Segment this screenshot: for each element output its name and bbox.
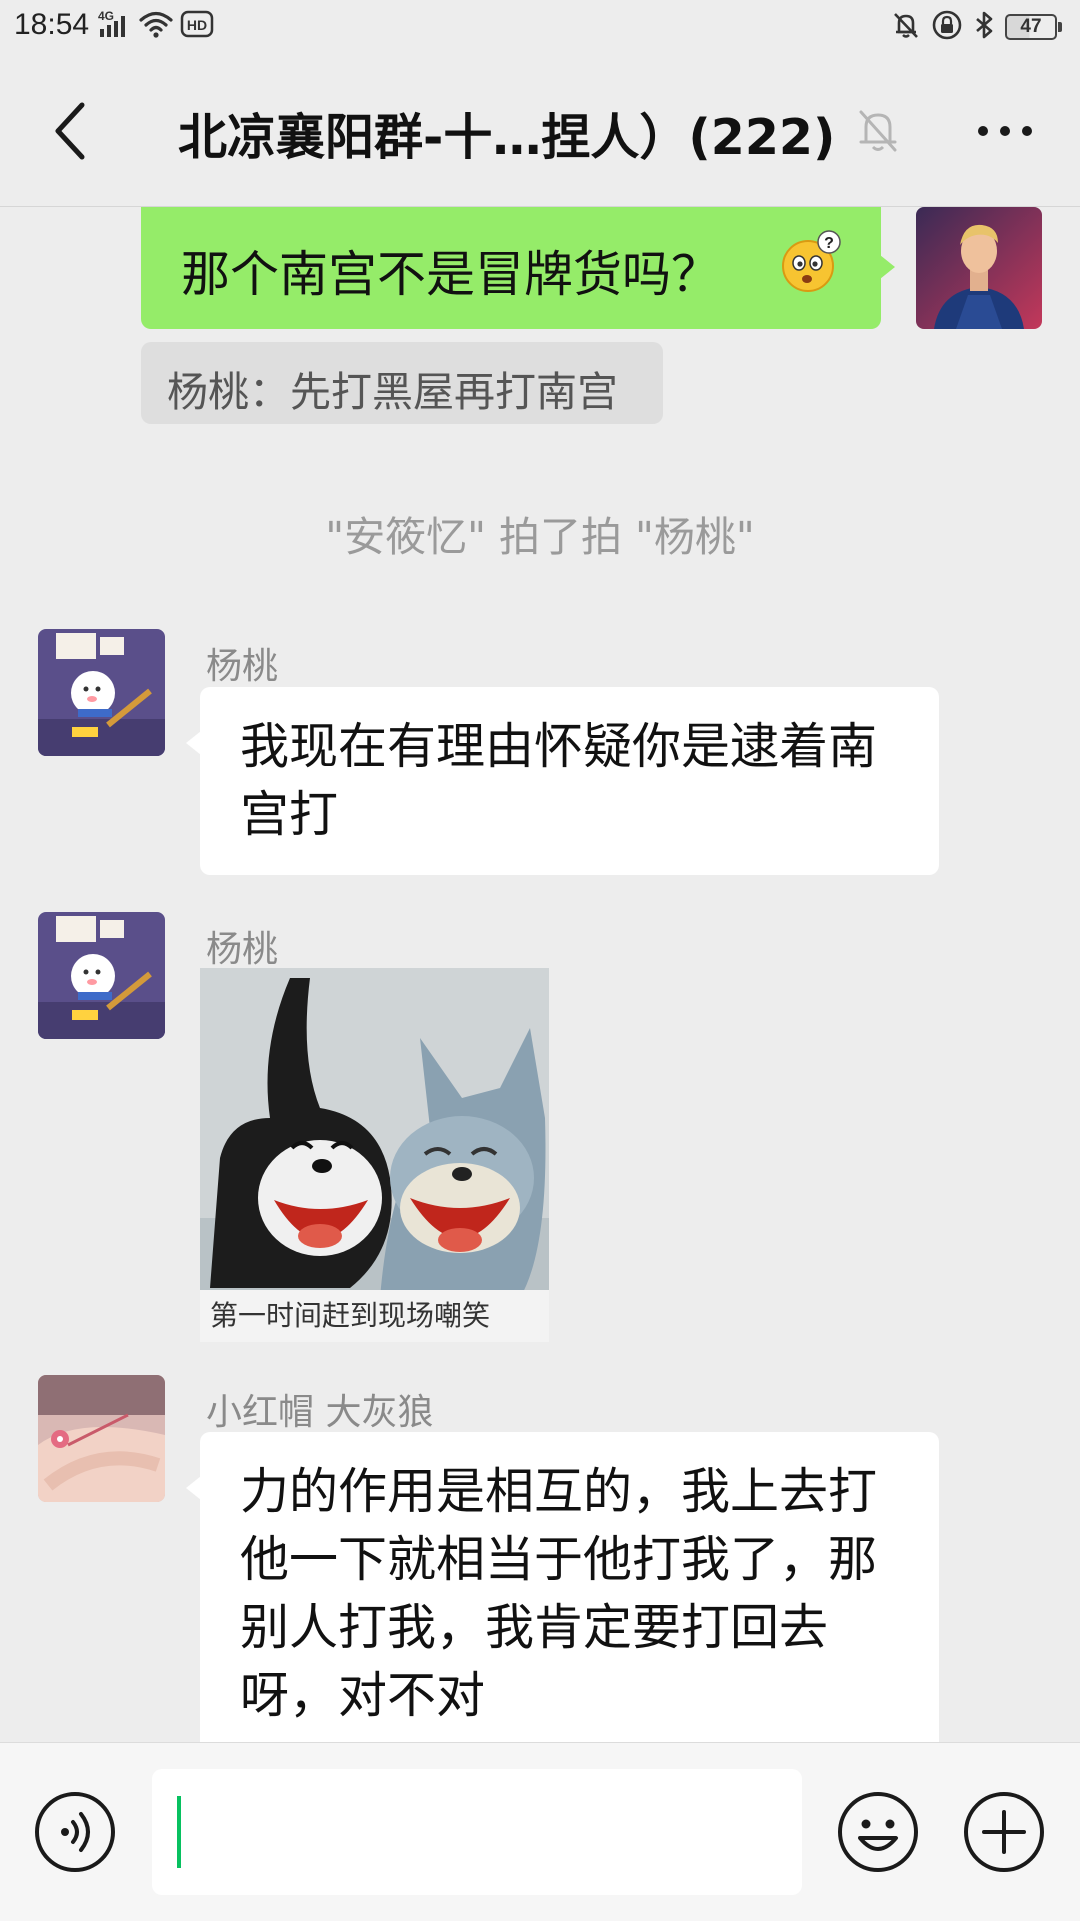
bell-off-status-icon bbox=[891, 10, 921, 44]
sticker-image[interactable]: 第一时间赶到现场嘲笑 bbox=[200, 968, 549, 1342]
wifi-icon bbox=[138, 9, 174, 43]
voice-icon bbox=[35, 1792, 115, 1872]
message-text: 那个南宫不是冒牌货吗？ bbox=[181, 246, 721, 303]
system-message: "安筱忆" 拍了拍 "杨桃" bbox=[325, 513, 755, 561]
lock-rotation-icon bbox=[931, 9, 963, 45]
more-button[interactable] bbox=[970, 111, 1040, 151]
emoji-button[interactable] bbox=[836, 1790, 920, 1874]
incoming-message-bubble[interactable]: 我现在有理由怀疑你是逮着南宫打 bbox=[186, 687, 939, 875]
status-time: 18:54 bbox=[14, 8, 90, 41]
input-bar bbox=[0, 1742, 1080, 1921]
back-button[interactable] bbox=[44, 101, 94, 161]
battery-icon: 47 bbox=[1005, 14, 1062, 40]
sender-name: 杨桃 bbox=[206, 646, 279, 687]
message-text: 力的作用是相互的，我上去打他一下就相当于他打我了，那别人打我，我肯定要打回去呀，… bbox=[240, 1463, 878, 1724]
more-icon bbox=[978, 126, 1032, 136]
confused-face-emoji-icon: ? bbox=[777, 229, 843, 299]
sticker-caption: 第一时间赶到现场嘲笑 bbox=[210, 1299, 491, 1332]
quote-text: 杨桃：先打黑屋再打南宫 bbox=[167, 368, 618, 416]
cellular-signal-icon: 4G bbox=[98, 9, 132, 43]
message-list[interactable]: 那个南宫不是冒牌货吗？ ? 杨桃：先打黑屋再打南宫 "安筱忆" 拍了拍 "杨桃"… bbox=[0, 207, 1080, 1742]
sender-name: 小红帽 大灰狼 bbox=[206, 1392, 434, 1433]
avatar[interactable] bbox=[38, 912, 165, 1039]
quoted-message[interactable]: 杨桃：先打黑屋再打南宫 bbox=[141, 342, 663, 424]
outgoing-message-bubble[interactable]: 那个南宫不是冒牌货吗？ ? bbox=[141, 207, 895, 329]
avatar[interactable] bbox=[38, 1375, 165, 1502]
incoming-message-bubble[interactable]: 力的作用是相互的，我上去打他一下就相当于他打我了，那别人打我，我肯定要打回去呀，… bbox=[186, 1432, 939, 1742]
avatar[interactable] bbox=[38, 629, 165, 756]
svg-text:HD: HD bbox=[187, 17, 207, 33]
bell-off-icon bbox=[855, 106, 901, 160]
sender-name: 杨桃 bbox=[206, 929, 279, 970]
hd-icon: HD bbox=[180, 9, 214, 43]
message-text: 我现在有理由怀疑你是逮着南宫打 bbox=[240, 718, 878, 843]
plus-button[interactable] bbox=[962, 1790, 1046, 1874]
status-bar: 18:54 4G HD 47 bbox=[0, 0, 1080, 56]
plus-icon bbox=[964, 1792, 1044, 1872]
chat-header: 北凉襄阳群-十…捏人）(222) bbox=[0, 56, 1080, 207]
text-cursor bbox=[177, 1796, 181, 1868]
my-avatar[interactable] bbox=[916, 207, 1042, 329]
svg-text:?: ? bbox=[824, 235, 834, 252]
chevron-left-icon bbox=[55, 102, 85, 160]
chat-title: 北凉襄阳群-十…捏人）(222) bbox=[178, 109, 836, 166]
emoji-icon bbox=[838, 1792, 918, 1872]
voice-button[interactable] bbox=[33, 1790, 117, 1874]
svg-text:4G: 4G bbox=[98, 9, 114, 23]
bluetooth-icon bbox=[973, 10, 995, 44]
message-input[interactable] bbox=[152, 1769, 802, 1895]
battery-level: 47 bbox=[1005, 14, 1057, 40]
